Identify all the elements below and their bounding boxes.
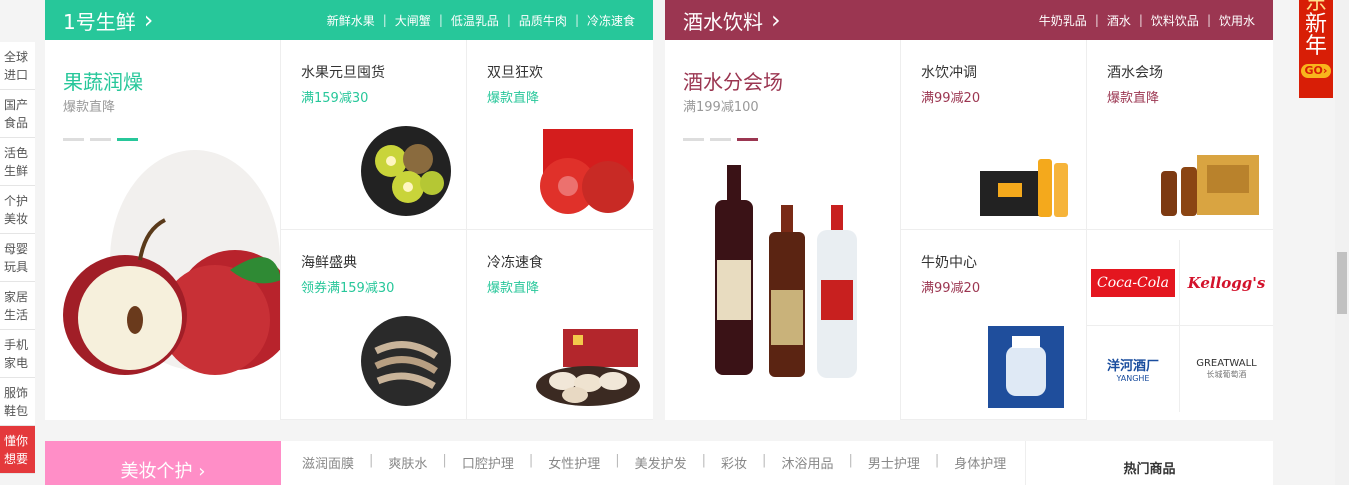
brand-coca-cola[interactable]: Coca-Cola [1087,240,1180,326]
page-scrollbar[interactable] [1335,0,1349,485]
promo-desc: 爆款直降 [1107,91,1160,106]
floor-drinks: 酒水饮料 › 牛奶乳品 | 酒水 | 饮料饮品 | 饮用水 酒水分会场 满199减100 [665,0,1273,420]
brand-greatwall[interactable]: GREATWALL 长城葡萄酒 [1180,326,1273,412]
floor-beauty: 美妆个护 › 滋润面膜 | 爽肤水 | 口腔护理 | 女性护理 | 美发护发 | 彩妆 | … [45,441,1273,485]
feature-subtitle: 爆款直降 [63,100,116,115]
link-water[interactable]: 饮用水 [1219,12,1255,29]
link-bath[interactable]: 沐浴用品 [781,453,833,472]
link-frozen[interactable]: 冷冻速食 [587,12,635,29]
promo-frozen[interactable]: 冷冻速食 爆款直降 [467,230,653,420]
brand-kelloggs[interactable]: Kellogg's [1180,240,1273,326]
promo-desc: 满99减20 [921,281,981,296]
carousel-dots [683,138,758,141]
shrimp-image [361,316,451,406]
apple-image [63,150,280,375]
floor-header: 1号生鲜 › 新鲜水果 | 大闸蟹 | 低温乳品 | 品质牛肉 | 冷冻速食 [45,0,653,40]
floor-side-nav: 全球 进口 国产 食品 活色 生鲜 个护 美妆 母婴 玩具 家居 生活 手机 家电 服饰 鞋包 … [0,42,35,474]
juice-box-image [980,159,1068,217]
promo-milk[interactable]: 牛奶中心 满99减20 [901,230,1087,420]
promo-title: 双旦狂欢 [487,65,543,81]
promo-drinks[interactable]: 水饮冲调 满99减20 [901,40,1087,230]
gift-apples-image [540,129,634,214]
kelloggs-logo: Kellogg's [1187,273,1266,292]
promo-title: 水饮冲调 [921,65,977,81]
new-year-banner[interactable]: 东 新 年 GO› [1299,0,1333,98]
nav-item-baby-toys[interactable]: 母婴 玩具 [0,234,35,282]
promo-desc: 满159减30 [301,91,369,106]
link-masks[interactable]: 滋润面膜 [302,453,354,472]
carousel-dot[interactable] [683,138,704,141]
link-dairy[interactable]: 低温乳品 [451,12,499,29]
link-body-care[interactable]: 身体护理 [954,453,1006,472]
link-beef[interactable]: 品质牛肉 [519,12,567,29]
brand-yanghe[interactable]: 洋河酒厂 YANGHE [1087,326,1180,412]
promo-seafood[interactable]: 海鲜盛典 领券满159减30 [281,230,467,420]
nav-item-home[interactable]: 家居 生活 [0,282,35,330]
nav-item-domestic-food[interactable]: 国产 食品 [0,90,35,138]
nav-item-apparel[interactable]: 服饰 鞋包 [0,378,35,426]
promo-title: 海鲜盛典 [301,255,357,271]
liquor-box-image [1161,155,1259,216]
floor-title[interactable]: 1号生鲜 › [63,6,153,35]
promo-title: 水果元旦囤货 [301,65,385,81]
link-beverages[interactable]: 饮料饮品 [1151,12,1199,29]
promo-desc: 爆款直降 [487,91,540,106]
link-feminine-care[interactable]: 女性护理 [548,453,600,472]
nav-item-beauty[interactable]: 个护 美妆 [0,186,35,234]
feature-banner[interactable]: 果蔬润燥 爆款直降 [45,40,281,420]
floor-title[interactable]: 美妆个护 › [45,441,281,485]
brand-grid: Coca-Cola Kellogg's 洋河酒厂 YANGHE GREATWAL… [1087,230,1273,420]
floor-fresh: 1号生鲜 › 新鲜水果 | 大闸蟹 | 低温乳品 | 品质牛肉 | 冷冻速食 果蔬润燥 爆… [45,0,653,420]
link-milk[interactable]: 牛奶乳品 [1039,12,1087,29]
hot-products-title: 热门商品 [1025,441,1273,485]
promo-double-festival[interactable]: 双旦狂欢 爆款直降 [467,40,653,230]
link-crab[interactable]: 大闸蟹 [395,12,431,29]
floor-title[interactable]: 酒水饮料 › [683,6,781,35]
promo-title: 牛奶中心 [921,255,977,271]
chevron-right-icon: › [771,6,781,34]
promo-fruit[interactable]: 水果元旦囤货 满159减30 [281,40,467,230]
floor-links: 牛奶乳品 | 酒水 | 饮料饮品 | 饮用水 [1038,12,1255,29]
coca-cola-logo: Coca-Cola [1090,268,1176,297]
promo-wine-venue[interactable]: 酒水会场 爆款直降 [1087,40,1273,230]
yanghe-logo: 洋河酒厂 YANGHE [1106,359,1159,383]
promo-title: 酒水会场 [1107,65,1163,81]
nav-item-phones[interactable]: 手机 家电 [0,330,35,378]
promo-title: 冷冻速食 [487,255,543,271]
link-hair-care[interactable]: 美发护发 [635,453,687,472]
nav-item-fresh[interactable]: 活色 生鲜 [0,138,35,186]
floor-header: 酒水饮料 › 牛奶乳品 | 酒水 | 饮料饮品 | 饮用水 [665,0,1273,40]
feature-title: 酒水分会场 [683,70,783,94]
link-oral-care[interactable]: 口腔护理 [462,453,514,472]
link-alcohol[interactable]: 酒水 [1107,12,1131,29]
feature-title: 果蔬润燥 [63,70,143,94]
link-makeup[interactable]: 彩妆 [721,453,747,472]
greatwall-logo: GREATWALL 长城葡萄酒 [1196,358,1257,379]
nav-item-recommend[interactable]: 懂你 想要 [0,426,35,474]
link-fruit[interactable]: 新鲜水果 [327,12,375,29]
go-button[interactable]: GO› [1301,64,1331,78]
floor-category-links: 滋润面膜 | 爽肤水 | 口腔护理 | 女性护理 | 美发护发 | 彩妆 | 沐浴用品 | 男… [302,453,1007,472]
promo-desc: 领券满159减30 [301,281,395,296]
carousel-dot-active[interactable] [737,138,758,141]
feature-subtitle: 满199减100 [683,100,759,115]
link-toner[interactable]: 爽肤水 [388,453,427,472]
promo-desc: 爆款直降 [487,281,540,296]
scrollbar-thumb[interactable] [1337,252,1347,314]
nav-item-global-import[interactable]: 全球 进口 [0,42,35,90]
link-mens-care[interactable]: 男士护理 [868,453,920,472]
milk-box-image [988,326,1064,408]
feature-banner[interactable]: 酒水分会场 满199减100 [665,40,901,420]
chevron-right-icon: › [143,6,154,34]
dumplings-image [536,329,640,406]
kiwi-image [361,126,451,216]
wine-bottles-image [715,165,857,378]
carousel-dot[interactable] [710,138,731,141]
floor-links: 新鲜水果 | 大闸蟹 | 低温乳品 | 品质牛肉 | 冷冻速食 [326,12,635,29]
promo-desc: 满99减20 [921,91,981,106]
